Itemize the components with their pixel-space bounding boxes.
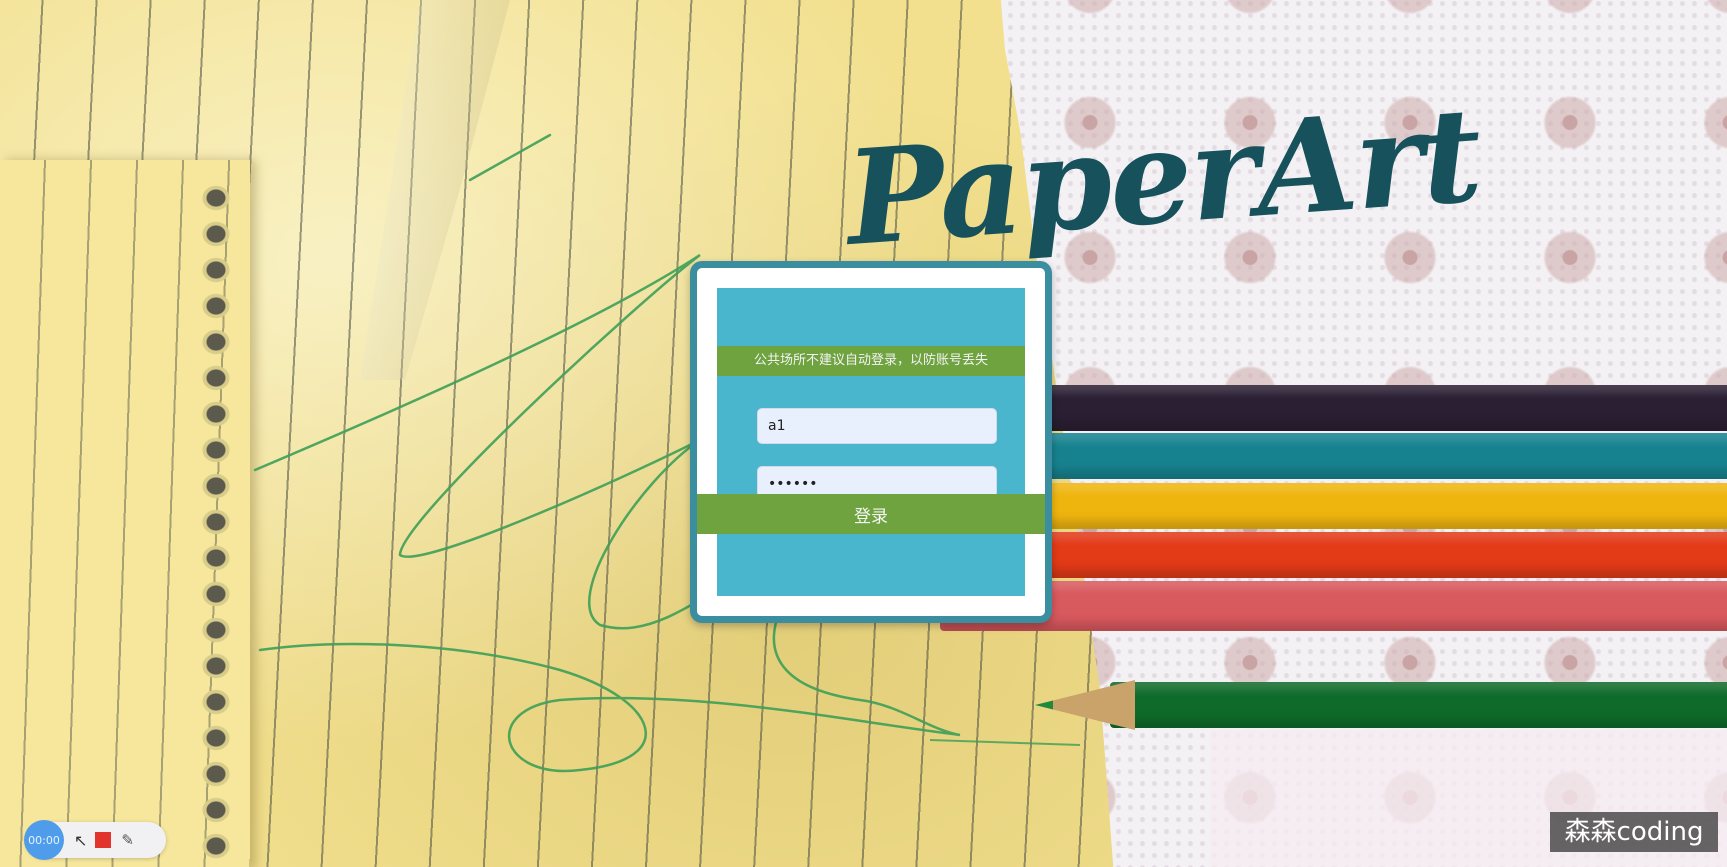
cursor-icon[interactable]: ↖ [74, 831, 87, 850]
login-button[interactable]: 登录 [697, 494, 1045, 534]
username-field[interactable] [757, 408, 997, 444]
watermark: 森森coding [1550, 812, 1718, 852]
screen-recorder-toolbar: 00:00 ↖ ✎ [24, 820, 166, 860]
login-dialog-inner: 公共场所不建议自动登录，以防账号丢失 登录 [697, 268, 1045, 616]
pencil-red [940, 532, 1727, 578]
pencil-yellow [940, 483, 1727, 529]
pencil-pink [940, 581, 1727, 631]
recording-timer[interactable]: 00:00 [24, 820, 64, 860]
pencil-black [940, 385, 1727, 431]
pen-icon[interactable]: ✎ [121, 831, 134, 849]
login-dialog: 公共场所不建议自动登录，以防账号丢失 登录 [690, 261, 1052, 623]
stop-icon[interactable] [95, 832, 112, 848]
pencil-teal [940, 433, 1727, 479]
login-panel: 公共场所不建议自动登录，以防账号丢失 登录 [697, 288, 1045, 596]
security-notice: 公共场所不建议自动登录，以防账号丢失 [717, 346, 1025, 376]
pencil-green [1110, 682, 1727, 728]
